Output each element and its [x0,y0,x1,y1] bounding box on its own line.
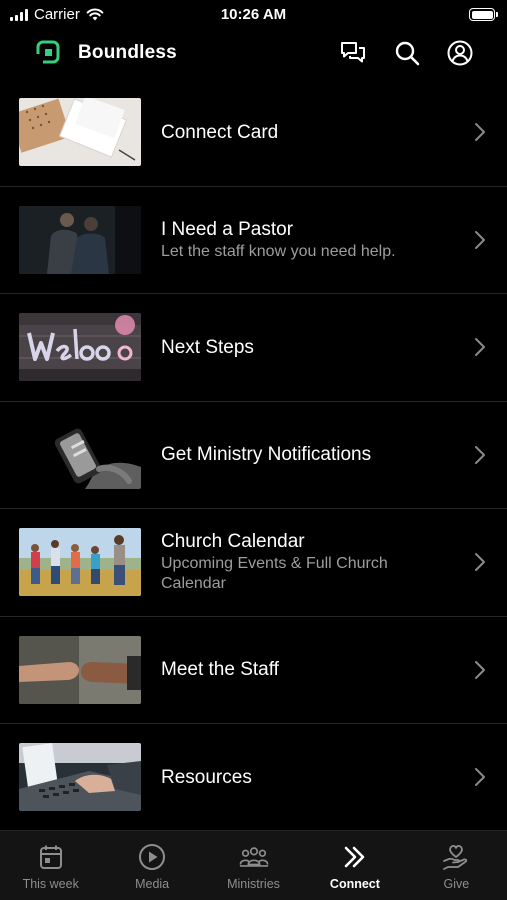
chevron-right-icon [475,768,485,787]
tab-give[interactable]: Give [406,831,507,900]
tab-bar: This week Media Ministries Connect Give [0,830,507,900]
list-item-text: Church Calendar Upcoming Events & Full C… [161,530,447,594]
list-item-title: I Need a Pastor [161,218,294,240]
search-icon[interactable] [392,38,422,68]
list-item-text: Meet the Staff [161,658,447,681]
chevron-right-icon [475,445,485,464]
tab-ministries[interactable]: Ministries [203,831,304,900]
list-item-subtitle: Let the staff know you need help. [161,242,396,260]
list-item-ministry-notifications[interactable]: Get Ministry Notifications [0,402,507,509]
heart-hand-icon [443,845,468,870]
list-item-text: Resources [161,766,447,789]
tab-media[interactable]: Media [101,831,202,900]
list-item-title: Resources [161,766,252,788]
resources-thumbnail [19,743,141,812]
next-steps-thumbnail [19,313,141,382]
connect-card-thumbnail [19,98,141,167]
chat-icon[interactable] [338,38,368,68]
tab-this-week[interactable]: This week [0,831,101,900]
church-calendar-thumbnail [19,528,141,597]
play-circle-icon [139,844,166,870]
tab-label: This week [22,877,79,891]
connect-list: Connect Card I Need a Pastor Let the sta… [0,79,507,832]
list-item-resources[interactable]: Resources [0,724,507,832]
chevron-right-icon [475,230,485,249]
list-item-connect-card[interactable]: Connect Card [0,79,507,187]
list-item-text: Connect Card [161,121,447,144]
list-item-need-a-pastor[interactable]: I Need a Pastor Let the staff know you n… [0,187,507,294]
calendar-icon [39,845,62,869]
double-chevron-icon [344,846,365,868]
list-item-church-calendar[interactable]: Church Calendar Upcoming Events & Full C… [0,509,507,617]
tab-connect[interactable]: Connect [304,831,405,900]
app-header: Boundless [0,30,507,76]
chevron-right-icon [475,123,485,142]
app-title: Boundless [78,42,177,63]
list-item-title: Get Ministry Notifications [161,444,372,466]
need-a-pastor-thumbnail [19,205,141,274]
chevron-right-icon [475,338,485,357]
list-item-next-steps[interactable]: Next Steps [0,294,507,402]
ministry-notifications-thumbnail [19,420,141,489]
tab-label: Media [135,877,170,891]
boundless-logo-icon [36,40,60,64]
list-item-text: Get Ministry Notifications [161,443,447,466]
list-item-subtitle: Upcoming Events & Full Church Calendar [161,555,388,593]
battery-icon [469,8,498,21]
status-bar: Carrier 10:26 AM [0,0,507,30]
list-item-text: I Need a Pastor Let the staff know you n… [161,218,447,262]
list-item-title: Next Steps [161,336,254,358]
list-item-text: Next Steps [161,336,447,359]
meet-the-staff-thumbnail [19,635,141,704]
tab-label: Give [443,877,470,891]
chevron-right-icon [475,660,485,679]
list-item-title: Church Calendar [161,531,305,553]
tab-label: Connect [329,877,380,891]
chevron-right-icon [475,553,485,572]
status-time: 10:26 AM [220,6,287,23]
list-item-title: Meet the Staff [161,659,279,681]
people-icon [239,847,268,867]
list-item-title: Connect Card [161,121,279,143]
profile-icon[interactable] [445,38,475,68]
list-item-meet-the-staff[interactable]: Meet the Staff [0,617,507,724]
tab-label: Ministries [227,877,280,891]
